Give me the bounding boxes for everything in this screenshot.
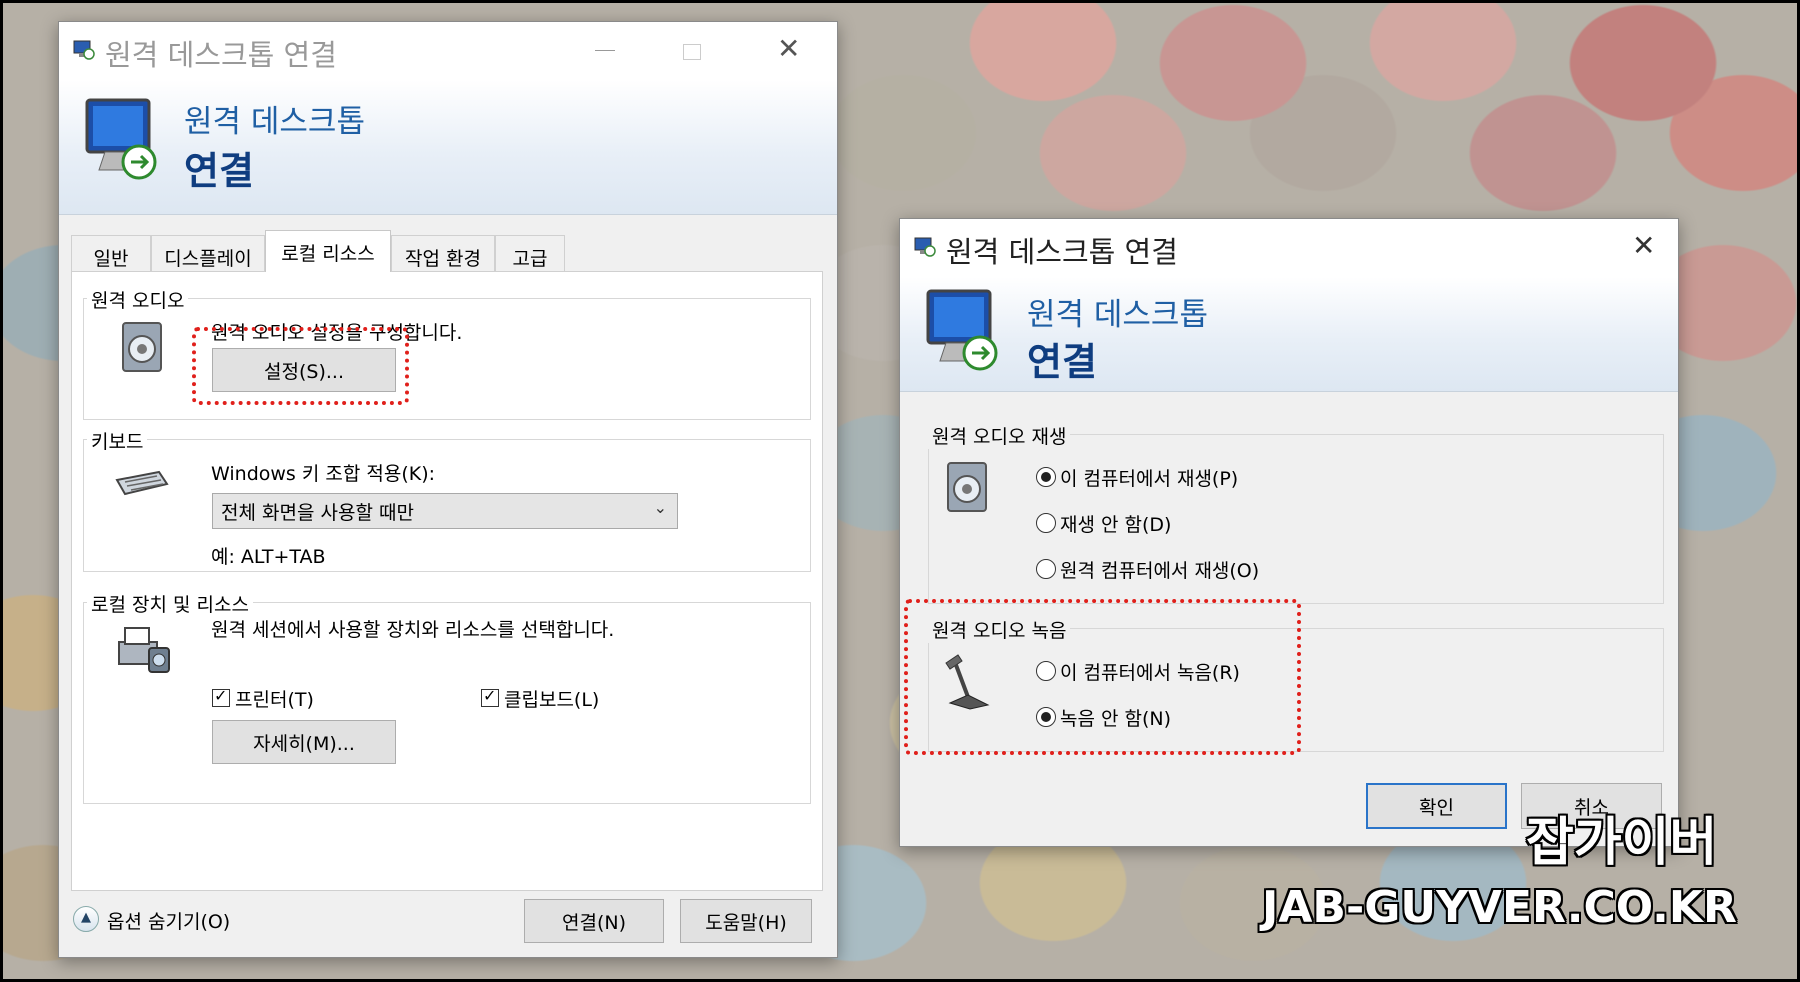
title-bar[interactable]: 원격 데스크톱 연결 ✕ [900,219,1678,277]
watermark-korean: 잡가이버 [1526,813,1718,873]
windows-key-combo-select[interactable]: 전체 화면을 사용할 때만 ⌄ [212,493,678,529]
close-icon[interactable]: ✕ [1632,229,1655,262]
tab-local-resources[interactable]: 로컬 리소스 [265,230,391,272]
play-on-remote-label: 원격 컴퓨터에서 재생(O) [1060,560,1260,582]
collapse-options-icon[interactable]: ▲ [73,906,99,932]
audio-playback-group-label: 원격 오디오 재생 [928,422,1071,449]
tab-experience[interactable]: 작업 환경 [391,235,495,271]
connection-banner: 원격 데스크톱 연결 [59,80,837,215]
banner-title: 연결 [1027,340,1097,384]
rdp-app-icon [914,237,936,257]
remote-audio-dialog: 원격 데스크톱 연결 ✕ 원격 데스크톱 연결 원격 오디오 재생 이 컴퓨터에… [899,218,1679,847]
play-on-remote-radio[interactable] [1036,559,1056,579]
speaker-icon [947,462,987,512]
keyboard-icon [115,470,169,496]
banner-subtitle: 원격 데스크톱 [1027,297,1208,333]
connect-button[interactable]: 연결(N) [524,899,664,943]
play-on-this-computer-radio[interactable] [1036,467,1056,487]
options-toggle-label[interactable]: 옵션 숨기기(O) [107,907,230,934]
computer-icon [85,98,157,180]
help-button[interactable]: 도움말(H) [680,899,812,943]
minimize-icon[interactable] [595,50,615,51]
remote-audio-group-label: 원격 오디오 [87,286,189,313]
checkmark-icon: ✓ [483,686,497,705]
printer-device-icon [118,627,170,673]
banner-title: 연결 [184,149,254,193]
tab-display[interactable]: 디스플레이 [151,235,265,271]
keyboard-example: 예: ALT+TAB [211,546,326,568]
do-not-play-radio[interactable] [1036,513,1056,533]
chevron-down-icon: ⌄ [653,498,667,517]
checkmark-icon: ✓ [214,686,228,705]
highlight-audio-settings [192,327,409,405]
window-title: 원격 데스크톱 연결 [105,38,337,72]
maximize-icon[interactable] [683,44,701,60]
play-on-this-computer-label: 이 컴퓨터에서 재생(P) [1060,468,1239,490]
window-title: 원격 데스크톱 연결 [946,235,1178,269]
tab-advanced[interactable]: 고급 [495,235,565,271]
title-bar[interactable]: 원격 데스크톱 연결 ✕ [59,22,837,80]
watermark-url: JAB-GUYVER.CO.KR [1262,882,1737,933]
close-icon[interactable]: ✕ [777,32,800,65]
computer-icon [926,289,998,371]
local-devices-group-label: 로컬 장치 및 리소스 [87,590,253,617]
more-devices-button[interactable]: 자세히(M)... [212,720,396,764]
clipboard-label: 클립보드(L) [504,689,600,711]
banner-subtitle: 원격 데스크톱 [184,104,365,140]
ok-button[interactable]: 확인 [1366,783,1507,829]
devices-description: 원격 세션에서 사용할 장치와 리소스를 선택합니다. [211,619,615,641]
printer-checkbox[interactable]: ✓ [212,686,230,707]
highlight-recording-group [904,599,1301,755]
keyboard-group-label: 키보드 [87,427,148,454]
rdp-app-icon [73,40,95,60]
windows-key-label: Windows 키 조합 적용(K): [211,463,436,485]
printer-label: 프린터(T) [235,689,314,711]
rdp-options-window: 원격 데스크톱 연결 ✕ 원격 데스크톱 연결 일반 디스플레이 로컬 리소스 … [58,21,838,958]
do-not-play-label: 재생 안 함(D) [1060,514,1172,536]
tab-general[interactable]: 일반 [71,235,151,271]
speaker-icon [122,322,162,372]
connection-banner: 원격 데스크톱 연결 [900,277,1678,392]
clipboard-checkbox[interactable]: ✓ [481,686,499,707]
